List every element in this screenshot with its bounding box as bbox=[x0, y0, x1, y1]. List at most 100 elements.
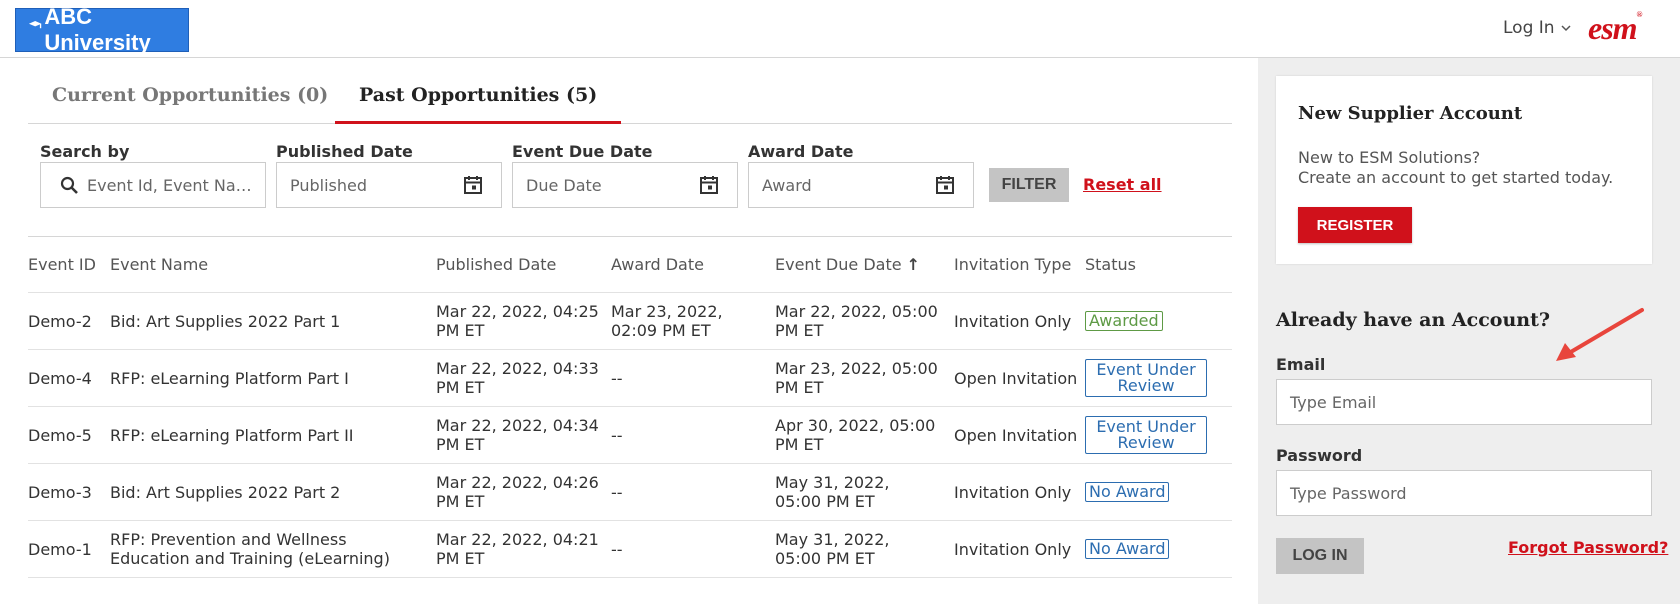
login-button[interactable]: LOG IN bbox=[1276, 538, 1364, 574]
event-id-cell: Demo-5 bbox=[28, 426, 92, 445]
graduation-cap-icon bbox=[28, 21, 42, 29]
award-date-cell: -- bbox=[611, 426, 623, 445]
table-row[interactable]: Demo-1 RFP: Prevention and Wellness Educ… bbox=[28, 521, 1232, 578]
event-due-date-cell: May 31, 2022, 05:00 PM ET bbox=[775, 473, 890, 511]
invitation-type-cell: Invitation Only bbox=[954, 540, 1072, 559]
tab-past-opportunities[interactable]: Past Opportunities (5) bbox=[335, 78, 622, 124]
search-by-label: Search by bbox=[40, 142, 130, 161]
event-name-cell[interactable]: RFP: eLearning Platform Part II bbox=[110, 426, 354, 445]
published-date-cell: Mar 22, 2022, 04:33 PM ET bbox=[436, 359, 599, 397]
reset-all-link[interactable]: Reset all bbox=[1083, 175, 1162, 194]
event-due-date-label: Event Due Date bbox=[512, 142, 653, 161]
event-due-date-placeholder: Due Date bbox=[526, 175, 602, 195]
status-badge: Event Under Review bbox=[1085, 359, 1207, 397]
login-dropdown-label: Log In bbox=[1503, 18, 1555, 38]
search-input-placeholder: Event Id, Event Nam... bbox=[87, 175, 265, 195]
table-row[interactable]: Demo-4 RFP: eLearning Platform Part I Ma… bbox=[28, 350, 1232, 407]
table-row[interactable]: Demo-3 Bid: Art Supplies 2022 Part 2 Mar… bbox=[28, 464, 1232, 521]
published-date-cell: Mar 22, 2022, 04:25 PM ET bbox=[436, 302, 599, 340]
opportunities-panel: Current Opportunities (0) Past Opportuni… bbox=[0, 58, 1258, 604]
register-button[interactable]: REGISTER bbox=[1298, 207, 1412, 243]
login-dropdown[interactable]: Log In bbox=[1503, 18, 1571, 38]
chevron-down-icon bbox=[1561, 25, 1571, 32]
published-date-label: Published Date bbox=[276, 142, 413, 161]
email-field[interactable]: Type Email bbox=[1276, 379, 1652, 425]
event-id-cell: Demo-1 bbox=[28, 540, 92, 559]
calendar-icon[interactable] bbox=[935, 175, 955, 195]
new-supplier-description: New to ESM Solutions? Create an account … bbox=[1298, 148, 1613, 188]
invitation-type-cell: Open Invitation bbox=[954, 426, 1078, 445]
search-input[interactable]: Event Id, Event Nam... bbox=[40, 162, 266, 208]
award-date-cell: Mar 23, 2022, 02:09 PM ET bbox=[611, 302, 723, 340]
invitation-type-cell: Invitation Only bbox=[954, 483, 1072, 502]
invitation-type-cell: Invitation Only bbox=[954, 312, 1072, 331]
award-date-label: Award Date bbox=[748, 142, 854, 161]
column-header-published-date[interactable]: Published Date bbox=[436, 255, 556, 274]
tab-current-opportunities[interactable]: Current Opportunities (0) bbox=[28, 78, 352, 124]
login-form-title: Already have an Account? bbox=[1276, 309, 1551, 331]
award-date-cell: -- bbox=[611, 483, 623, 502]
event-due-date-cell: Mar 23, 2022, 05:00 PM ET bbox=[775, 359, 938, 397]
sort-ascending-icon: ↑ bbox=[906, 255, 921, 274]
status-badge: Event Under Review bbox=[1085, 416, 1207, 454]
new-supplier-title: New Supplier Account bbox=[1298, 103, 1523, 124]
new-supplier-card: New Supplier Account New to ESM Solution… bbox=[1276, 76, 1652, 264]
top-header: ABC University Log In esm® bbox=[0, 0, 1680, 58]
event-due-date-header-label: Event Due Date bbox=[775, 255, 902, 274]
award-date-cell: -- bbox=[611, 369, 623, 388]
event-name-cell[interactable]: RFP: Prevention and Wellness Education a… bbox=[110, 530, 428, 568]
column-header-event-id[interactable]: Event ID bbox=[28, 255, 96, 274]
filter-button[interactable]: FILTER bbox=[989, 168, 1069, 202]
event-id-cell: Demo-2 bbox=[28, 312, 92, 331]
event-due-date-cell: May 31, 2022, 05:00 PM ET bbox=[775, 530, 890, 568]
published-date-cell: Mar 22, 2022, 04:26 PM ET bbox=[436, 473, 599, 511]
university-logo[interactable]: ABC University bbox=[15, 4, 189, 55]
invitation-type-cell: Open Invitation bbox=[954, 369, 1078, 388]
column-header-event-due-date[interactable]: Event Due Date ↑ bbox=[775, 255, 920, 274]
event-name-cell[interactable]: Bid: Art Supplies 2022 Part 1 bbox=[110, 312, 340, 331]
event-due-date-input[interactable]: Due Date bbox=[512, 162, 738, 208]
column-header-award-date[interactable]: Award Date bbox=[611, 255, 704, 274]
password-field[interactable]: Type Password bbox=[1276, 470, 1652, 516]
registered-mark: ® bbox=[1636, 10, 1643, 19]
published-date-placeholder: Published bbox=[290, 175, 368, 195]
calendar-icon[interactable] bbox=[699, 175, 719, 195]
award-date-input[interactable]: Award bbox=[748, 162, 974, 208]
event-due-date-cell: Apr 30, 2022, 05:00 PM ET bbox=[775, 416, 936, 454]
opportunity-tabs: Current Opportunities (0) Past Opportuni… bbox=[28, 78, 1232, 124]
password-placeholder: Type Password bbox=[1290, 483, 1407, 503]
column-header-invitation-type[interactable]: Invitation Type bbox=[954, 255, 1071, 274]
new-supplier-line-2: Create an account to get started today. bbox=[1298, 168, 1614, 187]
published-date-input[interactable]: Published bbox=[276, 162, 502, 208]
esm-brand-text: esm bbox=[1588, 10, 1638, 46]
status-badge: No Award bbox=[1085, 482, 1170, 502]
new-supplier-line-1: New to ESM Solutions? bbox=[1298, 148, 1481, 167]
filter-bar: Search by Event Id, Event Nam... Publish… bbox=[28, 132, 1232, 236]
esm-brand-logo[interactable]: esm® bbox=[1588, 10, 1643, 47]
published-date-cell: Mar 22, 2022, 04:34 PM ET bbox=[436, 416, 599, 454]
award-date-placeholder: Award bbox=[762, 175, 812, 195]
university-logo-text: ABC University bbox=[44, 4, 151, 55]
search-icon bbox=[60, 176, 78, 194]
table-header: Event ID Event Name Published Date Award… bbox=[28, 236, 1232, 293]
column-header-event-name[interactable]: Event Name bbox=[110, 255, 208, 274]
event-id-cell: Demo-3 bbox=[28, 483, 92, 502]
event-due-date-cell: Mar 22, 2022, 05:00 PM ET bbox=[775, 302, 938, 340]
event-id-cell: Demo-4 bbox=[28, 369, 92, 388]
published-date-cell: Mar 22, 2022, 04:21 PM ET bbox=[436, 530, 599, 568]
opportunities-table: Event ID Event Name Published Date Award… bbox=[28, 236, 1232, 578]
annotation-arrow-icon bbox=[1556, 308, 1644, 361]
email-placeholder: Type Email bbox=[1290, 392, 1377, 412]
award-date-cell: -- bbox=[611, 540, 623, 559]
column-header-status[interactable]: Status bbox=[1085, 255, 1136, 274]
password-label: Password bbox=[1276, 446, 1363, 465]
event-name-cell[interactable]: Bid: Art Supplies 2022 Part 2 bbox=[110, 483, 340, 502]
email-label: Email bbox=[1276, 355, 1326, 374]
status-badge: Awarded bbox=[1085, 311, 1163, 331]
table-row[interactable]: Demo-5 RFP: eLearning Platform Part II M… bbox=[28, 407, 1232, 464]
forgot-password-link[interactable]: Forgot Password? bbox=[1508, 538, 1668, 557]
status-badge: No Award bbox=[1085, 539, 1170, 559]
event-name-cell[interactable]: RFP: eLearning Platform Part I bbox=[110, 369, 349, 388]
calendar-icon[interactable] bbox=[463, 175, 483, 195]
table-row[interactable]: Demo-2 Bid: Art Supplies 2022 Part 1 Mar… bbox=[28, 293, 1232, 350]
